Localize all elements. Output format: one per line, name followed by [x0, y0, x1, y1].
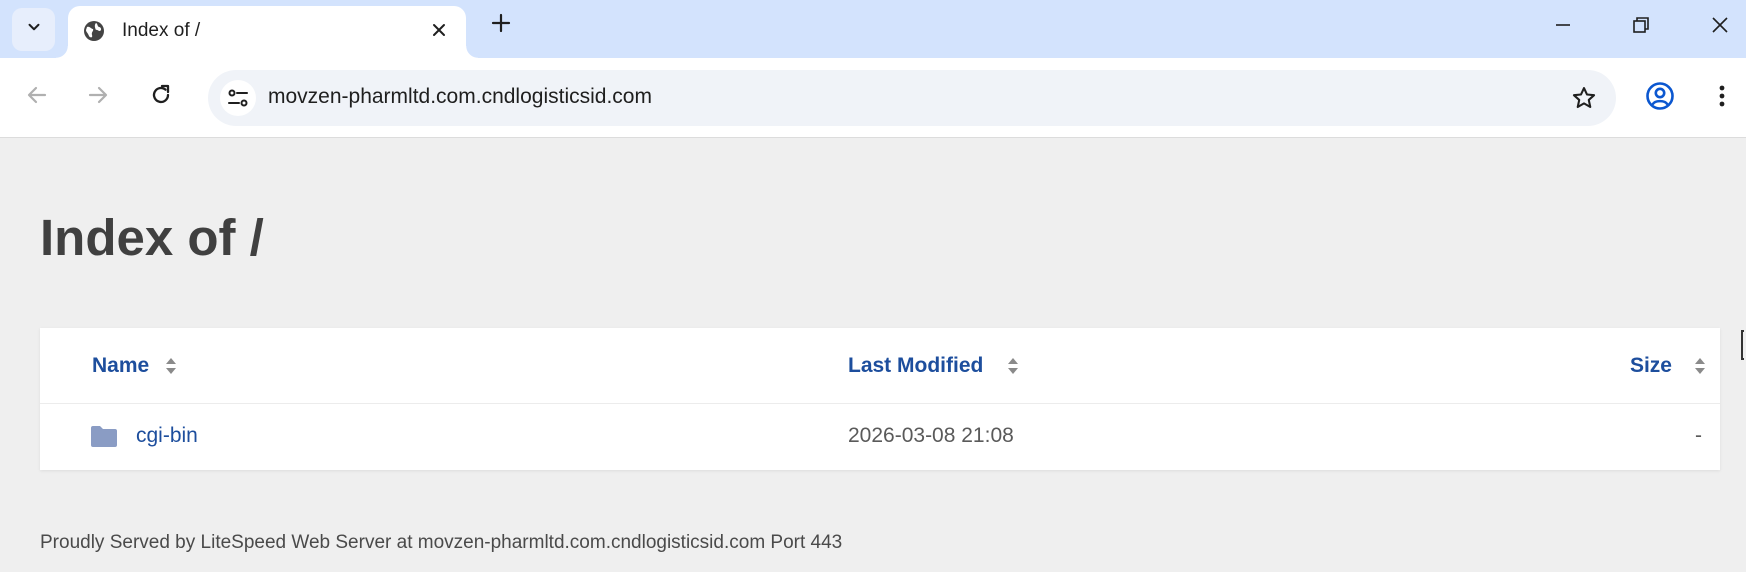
chevron-down-icon [25, 18, 43, 41]
minimize-icon [1556, 24, 1570, 26]
restore-button[interactable] [1621, 10, 1661, 40]
sort-by-size-link[interactable]: Size [1630, 354, 1706, 378]
tune-icon [228, 89, 248, 107]
reload-button[interactable] [144, 78, 178, 112]
directory-listing: Name Last Modified Size cgi-bin 2026-03-… [40, 328, 1720, 470]
site-info-button[interactable] [220, 80, 256, 116]
star-icon [1572, 87, 1596, 109]
back-button[interactable] [20, 78, 54, 112]
close-icon [1712, 17, 1728, 33]
sort-by-name-link[interactable]: Name [92, 354, 177, 378]
arrow-left-icon [27, 86, 47, 104]
forward-button[interactable] [81, 78, 115, 112]
plus-icon [491, 13, 511, 33]
profile-icon [1646, 82, 1674, 110]
minimize-button[interactable] [1543, 10, 1583, 40]
tab-search-button[interactable] [12, 8, 55, 51]
profile-button[interactable] [1642, 78, 1678, 114]
sort-icon [1007, 356, 1019, 376]
close-window-button[interactable] [1700, 10, 1740, 40]
sort-icon [1694, 356, 1706, 376]
entry-name-link[interactable]: cgi-bin [136, 424, 198, 448]
kebab-menu-icon [1719, 85, 1725, 107]
entry-last-modified: 2026-03-08 21:08 [848, 424, 1014, 447]
column-header-last-modified: Last Modified [848, 354, 984, 377]
url-text[interactable]: movzen-pharmltd.com.cndlogisticsid.com [268, 85, 652, 109]
entry-size: - [1695, 424, 1702, 447]
close-tab-button[interactable] [426, 17, 452, 43]
globe-icon [82, 19, 106, 43]
column-header-size: Size [1629, 354, 1672, 377]
tab-title: Index of / [122, 20, 201, 41]
new-tab-button[interactable] [487, 9, 515, 37]
folder-icon [90, 424, 118, 448]
server-footer: Proudly Served by LiteSpeed Web Server a… [40, 532, 843, 553]
close-icon [433, 24, 445, 36]
arrow-right-icon [88, 86, 108, 104]
table-row: cgi-bin 2026-03-08 21:08 - [40, 404, 1720, 470]
listing-header: Name Last Modified Size [40, 328, 1720, 404]
restore-icon [1633, 17, 1649, 33]
address-bar[interactable]: movzen-pharmltd.com.cndlogisticsid.com [208, 70, 1616, 126]
reload-icon [152, 84, 170, 104]
page-title: Index of / [40, 209, 264, 266]
browser-toolbar: movzen-pharmltd.com.cndlogisticsid.com [0, 58, 1746, 138]
tab-active[interactable]: Index of / [56, 6, 478, 58]
browser-menu-button[interactable] [1710, 78, 1734, 114]
sort-icon [165, 356, 177, 376]
tab-strip: Index of / [0, 0, 1746, 58]
bookmark-button[interactable] [1570, 84, 1598, 112]
column-header-name: Name [92, 354, 150, 377]
sort-by-modified-link[interactable]: Last Modified [848, 354, 1019, 378]
text-cursor [1741, 330, 1744, 360]
